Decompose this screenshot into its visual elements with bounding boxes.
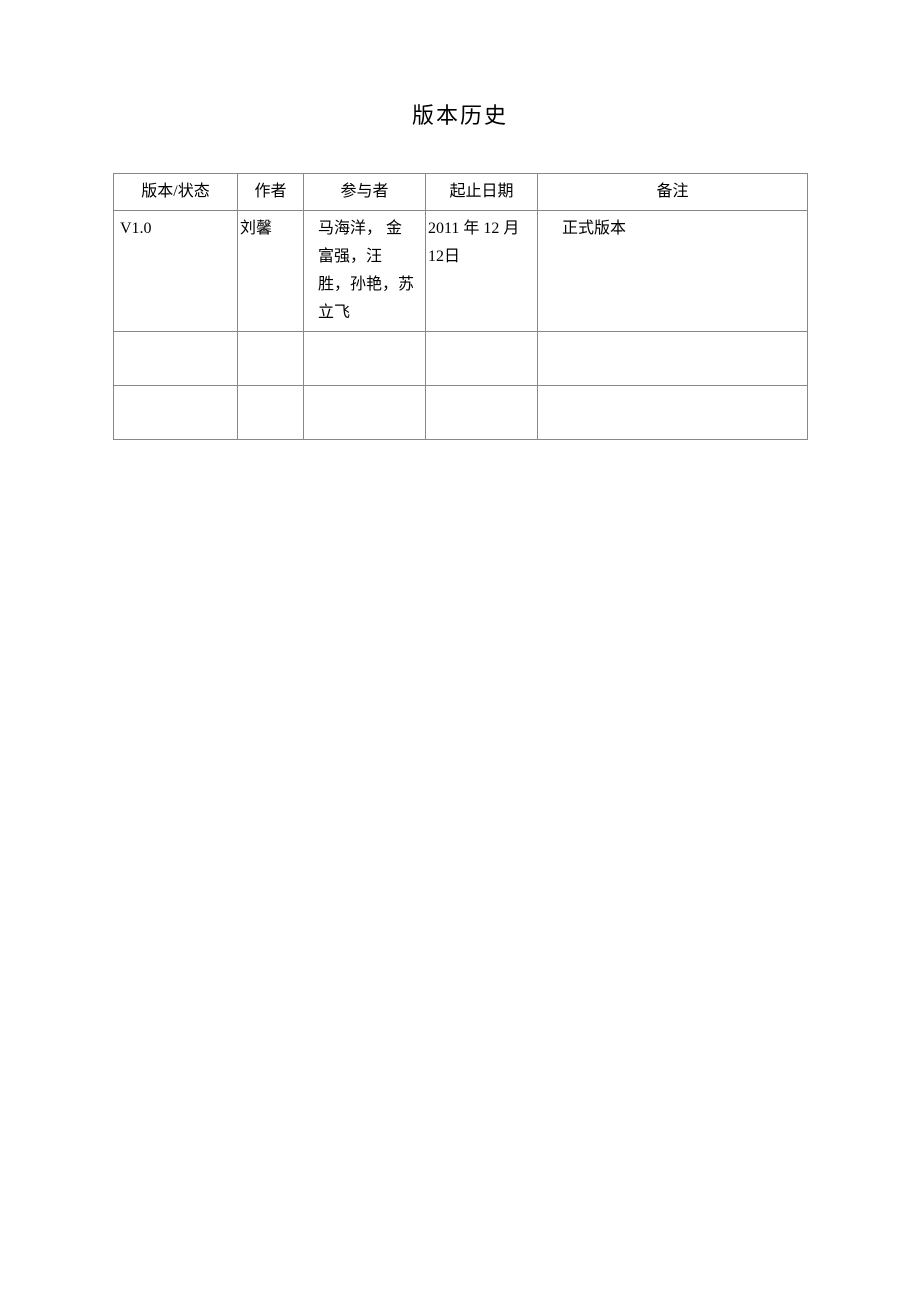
cell-author xyxy=(238,332,304,386)
cell-version-status xyxy=(114,332,238,386)
cell-dates xyxy=(426,332,538,386)
cell-participants xyxy=(304,386,426,440)
cell-participants: 马海洋， 金富强，汪 胜，孙艳，苏立飞 xyxy=(304,211,426,332)
header-dates: 起止日期 xyxy=(426,174,538,211)
cell-notes: 正式版本 xyxy=(538,211,808,332)
version-history-table-container: 版本/状态 作者 参与者 起止日期 备注 V1.0 刘馨 马海洋， 金富强，汪 … xyxy=(113,173,807,440)
table-row xyxy=(114,386,808,440)
cell-notes xyxy=(538,332,808,386)
page-title: 版本历史 xyxy=(0,0,920,130)
header-participants: 参与者 xyxy=(304,174,426,211)
header-author: 作者 xyxy=(238,174,304,211)
cell-dates xyxy=(426,386,538,440)
cell-version-status xyxy=(114,386,238,440)
cell-notes xyxy=(538,386,808,440)
cell-author xyxy=(238,386,304,440)
cell-participants xyxy=(304,332,426,386)
version-history-table: 版本/状态 作者 参与者 起止日期 备注 V1.0 刘馨 马海洋， 金富强，汪 … xyxy=(113,173,808,440)
header-notes: 备注 xyxy=(538,174,808,211)
cell-version-status: V1.0 xyxy=(114,211,238,332)
header-version-status: 版本/状态 xyxy=(114,174,238,211)
cell-author: 刘馨 xyxy=(238,211,304,332)
table-header-row: 版本/状态 作者 参与者 起止日期 备注 xyxy=(114,174,808,211)
table-row: V1.0 刘馨 马海洋， 金富强，汪 胜，孙艳，苏立飞 2011 年 12 月1… xyxy=(114,211,808,332)
table-row xyxy=(114,332,808,386)
cell-dates: 2011 年 12 月12日 xyxy=(426,211,538,332)
